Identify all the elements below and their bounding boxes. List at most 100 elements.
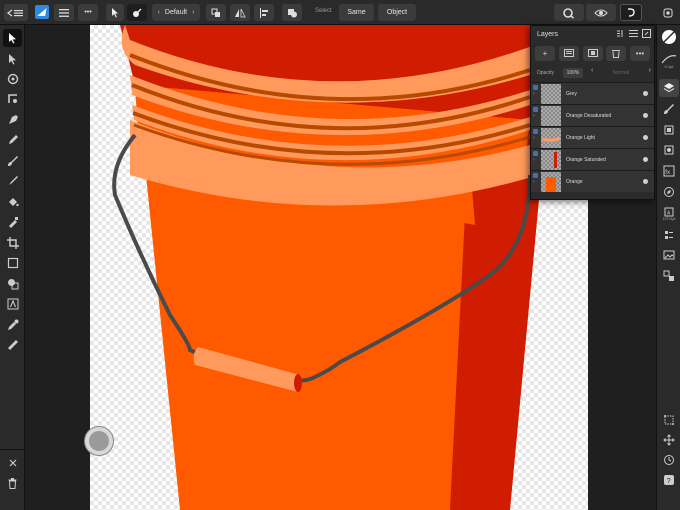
artistic-text-tool[interactable] bbox=[3, 295, 22, 313]
pencil-icon bbox=[8, 135, 18, 144]
pen-tool-alt[interactable] bbox=[3, 90, 22, 108]
layer-row[interactable]: › Orange Light bbox=[531, 126, 654, 148]
text-styles-studio-button[interactable] bbox=[659, 226, 679, 244]
layer-visibility-icon[interactable] bbox=[533, 129, 538, 134]
document-size-icon: A bbox=[664, 207, 674, 217]
node-tool[interactable] bbox=[3, 50, 22, 68]
point-transform-icon bbox=[7, 94, 17, 103]
flip-button[interactable] bbox=[230, 4, 250, 21]
measure-tool[interactable] bbox=[3, 336, 22, 354]
expand-icon[interactable] bbox=[642, 29, 651, 38]
crop-tool[interactable] bbox=[3, 234, 22, 252]
style-dropdown[interactable]: ‹ Default › bbox=[152, 4, 200, 21]
rectangle-tool[interactable] bbox=[3, 254, 22, 272]
stock-studio-button[interactable] bbox=[659, 246, 679, 264]
main-menu-button[interactable] bbox=[54, 4, 74, 21]
align-button[interactable] bbox=[254, 4, 274, 21]
layer-expand-icon[interactable]: › bbox=[533, 157, 535, 163]
layer-visibility-icon[interactable] bbox=[533, 151, 538, 156]
layer-visibility-icon[interactable] bbox=[533, 107, 538, 112]
layer-row[interactable]: › Orange Desaturated bbox=[531, 104, 654, 126]
transform-studio-button[interactable] bbox=[659, 121, 679, 139]
layer-visible-dot[interactable] bbox=[643, 113, 648, 118]
compass-icon bbox=[664, 187, 674, 197]
layer-visible-dot[interactable] bbox=[643, 157, 648, 162]
add-mask-button[interactable] bbox=[582, 45, 603, 61]
quick-brush-button[interactable] bbox=[127, 4, 147, 21]
fill-tool[interactable] bbox=[3, 193, 22, 211]
list-icon[interactable] bbox=[629, 29, 638, 38]
layer-visible-dot[interactable] bbox=[643, 179, 648, 184]
layer-visibility-icon[interactable] bbox=[533, 173, 538, 178]
select-same-button[interactable]: Same bbox=[339, 4, 374, 21]
persona-icon[interactable] bbox=[35, 5, 49, 19]
opacity-value-field[interactable]: 100% bbox=[563, 68, 583, 78]
select-object-label: Object bbox=[386, 9, 408, 16]
layer-visible-dot[interactable] bbox=[643, 91, 648, 96]
help-studio-button[interactable]: ? bbox=[659, 471, 679, 489]
undo-icon bbox=[628, 7, 635, 17]
corner-tool[interactable] bbox=[3, 70, 22, 88]
constraints-button[interactable] bbox=[659, 431, 679, 449]
transparency-tool[interactable] bbox=[3, 213, 22, 231]
layer-expand-icon[interactable]: › bbox=[533, 113, 535, 119]
color-studio-button[interactable] bbox=[659, 28, 679, 46]
effects-studio-button[interactable]: fx bbox=[659, 162, 679, 180]
help-button[interactable] bbox=[660, 4, 676, 21]
layer-visibility-icon[interactable] bbox=[533, 85, 538, 90]
blend-prev-icon[interactable]: ‹ bbox=[591, 67, 593, 74]
select-object-button[interactable]: Object bbox=[378, 4, 416, 21]
add-pixel-layer-button[interactable] bbox=[558, 45, 579, 61]
layer-row[interactable]: › Grey bbox=[531, 82, 654, 104]
move-tool-toggle[interactable] bbox=[106, 4, 124, 21]
document-studio-button[interactable]: A 107×4pt bbox=[659, 203, 679, 225]
next-chevron-icon[interactable]: › bbox=[192, 9, 194, 16]
view-mode-button[interactable] bbox=[586, 4, 616, 21]
hamburger-icon bbox=[59, 8, 69, 17]
touch-cursor bbox=[84, 426, 114, 456]
vector-brush-tool[interactable] bbox=[3, 152, 22, 170]
boolean-button[interactable] bbox=[282, 4, 302, 21]
close-context-button[interactable] bbox=[3, 454, 22, 472]
snapping-button[interactable] bbox=[554, 4, 584, 21]
paintbrush-icon bbox=[8, 176, 18, 185]
layer-visible-dot[interactable] bbox=[643, 135, 648, 140]
documents-menu-button[interactable] bbox=[4, 4, 28, 21]
layer-name: Orange Saturated bbox=[566, 157, 606, 163]
layer-expand-icon[interactable]: › bbox=[533, 91, 535, 97]
split-icon[interactable] bbox=[616, 29, 625, 38]
prev-chevron-icon[interactable]: ‹ bbox=[158, 9, 160, 16]
pen-tool[interactable] bbox=[3, 111, 22, 129]
blend-next-icon[interactable]: › bbox=[649, 67, 651, 74]
layer-expand-icon[interactable]: › bbox=[533, 179, 535, 185]
arrange-button[interactable] bbox=[206, 4, 226, 21]
brush-size-button[interactable]: 5.1pt bbox=[659, 49, 679, 73]
blend-mode-selector[interactable]: ‹ Normal › bbox=[591, 67, 651, 78]
color-picker-tool[interactable] bbox=[3, 316, 22, 334]
snapping-grid-button[interactable] bbox=[659, 411, 679, 429]
layer-expand-icon[interactable]: › bbox=[533, 135, 535, 141]
more-button[interactable]: ••• bbox=[78, 4, 98, 21]
layer-row[interactable]: › Orange Saturated bbox=[531, 148, 654, 170]
layer-more-button[interactable]: ••• bbox=[630, 45, 650, 61]
navigator-studio-button[interactable] bbox=[659, 183, 679, 201]
brushes-studio-button[interactable] bbox=[659, 100, 679, 118]
pencil-tool[interactable] bbox=[3, 131, 22, 149]
delete-button[interactable] bbox=[3, 474, 22, 492]
layer-name: Orange Desaturated bbox=[566, 113, 612, 119]
add-layer-button[interactable]: + bbox=[535, 45, 555, 61]
paint-brush-tool[interactable] bbox=[3, 172, 22, 190]
assets-studio-button[interactable] bbox=[659, 267, 679, 285]
move-tool[interactable] bbox=[3, 29, 22, 47]
layer-row[interactable]: › Orange bbox=[531, 170, 654, 192]
history-studio-button[interactable] bbox=[659, 141, 679, 159]
bucket-illustration[interactable] bbox=[90, 25, 588, 510]
undo-button[interactable] bbox=[620, 4, 642, 21]
history-button[interactable] bbox=[659, 451, 679, 469]
shape-tool[interactable] bbox=[3, 275, 22, 293]
artboard[interactable] bbox=[90, 25, 588, 510]
layers-studio-button[interactable] bbox=[659, 79, 679, 97]
select-same-label: Same bbox=[347, 9, 366, 16]
delete-layer-button[interactable] bbox=[606, 45, 627, 61]
magnet-icon bbox=[563, 7, 575, 19]
